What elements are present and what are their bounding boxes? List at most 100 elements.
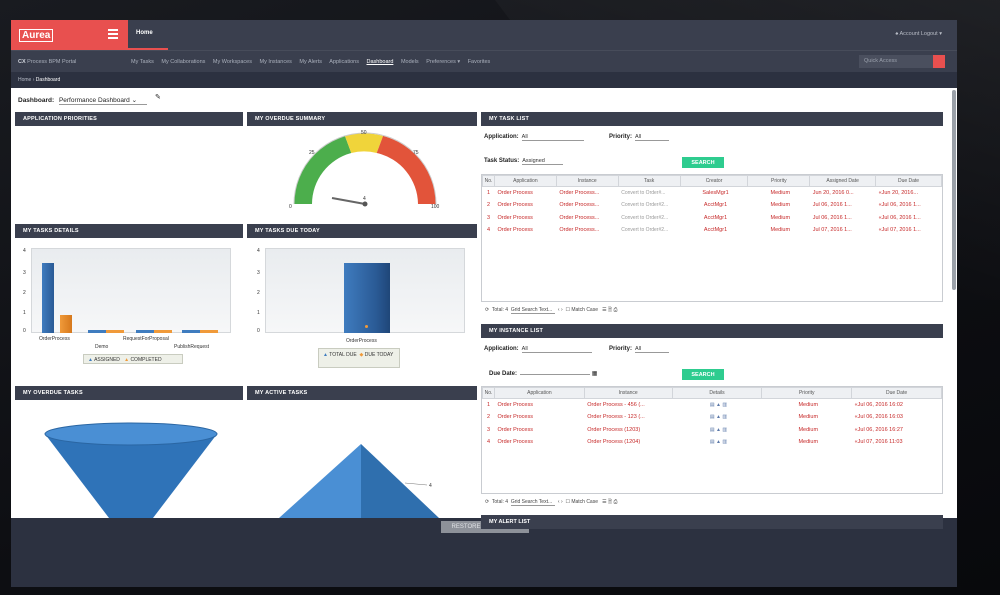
- col-due-date[interactable]: Due Date: [875, 175, 942, 187]
- cell-details-icons[interactable]: ▤ ▲ ▥: [672, 436, 762, 449]
- panel-header-active-tasks: MY ACTIVE TASKS: [247, 386, 477, 400]
- table-row[interactable]: 1 Order Process Order Process... Convert…: [483, 187, 942, 200]
- legend-total-due: TOTAL DUE: [329, 352, 357, 358]
- details-icon[interactable]: ▤: [710, 402, 715, 408]
- account-link[interactable]: Account: [899, 31, 919, 37]
- instance-due-date-input[interactable]: [520, 374, 591, 375]
- col-instance[interactable]: Instance: [555, 175, 619, 187]
- col-application[interactable]: Application: [493, 175, 557, 187]
- details-icon[interactable]: ▤: [710, 427, 715, 433]
- filter-icon[interactable]: ☰: [602, 307, 606, 313]
- nav-models[interactable]: Models: [401, 59, 419, 65]
- col-priority[interactable]: Priority: [747, 175, 811, 187]
- next-icon[interactable]: ›: [561, 499, 563, 505]
- details-icon[interactable]: ▤: [710, 439, 715, 445]
- task-priority-select[interactable]: All: [635, 134, 670, 141]
- nav-my-collaborations[interactable]: My Collaborations: [161, 59, 205, 65]
- cell-details-icons[interactable]: ▤ ▲ ▥: [672, 411, 762, 424]
- edit-icon[interactable]: ✎: [155, 93, 161, 101]
- refresh-icon[interactable]: ⟳: [485, 307, 489, 313]
- col-application[interactable]: Application: [493, 387, 585, 399]
- nav-dashboard[interactable]: Dashboard: [366, 59, 393, 65]
- chart-icon[interactable]: ▥: [722, 414, 727, 420]
- task-status-select[interactable]: Assigned: [522, 158, 563, 165]
- nav-my-workspaces[interactable]: My Workspaces: [213, 59, 252, 65]
- task-grid-search-input[interactable]: Grid Search Text...: [510, 307, 556, 314]
- table-row[interactable]: 1 Order Process Order Process - 456 (...…: [483, 399, 942, 412]
- nav-favorites[interactable]: Favorites: [468, 59, 491, 65]
- chart-icon[interactable]: ▥: [722, 402, 727, 408]
- table-row[interactable]: 3 Order Process Order Process (1203) ▤ ▲…: [483, 424, 942, 437]
- bar-requestforproposal: [136, 330, 172, 333]
- print-icon[interactable]: ⎙: [613, 307, 617, 313]
- dashboard-label: Dashboard:: [18, 97, 55, 104]
- user-icon: ♠: [895, 31, 899, 37]
- cell-no: 1: [486, 190, 491, 196]
- col-assigned-date[interactable]: Assigned Date: [809, 175, 877, 187]
- flow-icon[interactable]: ▲: [716, 402, 721, 408]
- cell-details-icons[interactable]: ▤ ▲ ▥: [672, 399, 762, 412]
- y-tick-4: 4: [23, 248, 26, 254]
- refresh-icon[interactable]: ⟳: [485, 499, 489, 505]
- nav-preferences[interactable]: Preferences ▾: [426, 59, 460, 65]
- col-no[interactable]: No.: [482, 175, 495, 187]
- prev-icon[interactable]: ‹: [558, 499, 560, 505]
- table-row[interactable]: 2 Order Process Order Process - 123 (...…: [483, 411, 942, 424]
- logout-link[interactable]: Logout: [921, 31, 938, 37]
- calendar-icon[interactable]: ▦: [592, 371, 598, 377]
- task-total: Total: 4: [491, 307, 509, 313]
- instance-application-select[interactable]: All: [521, 346, 592, 353]
- chevron-down-icon[interactable]: ▾: [939, 31, 942, 37]
- cell-creator: AcctMgr1: [703, 202, 728, 209]
- instance-grid-search-input[interactable]: Grid Search Text...: [510, 499, 556, 506]
- instance-priority-select[interactable]: All: [635, 346, 670, 353]
- dashboard-select[interactable]: Performance Dashboard ⌄: [58, 96, 148, 105]
- nav-my-tasks[interactable]: My Tasks: [131, 59, 154, 65]
- bar-demo: [88, 330, 124, 333]
- nav-my-alerts[interactable]: My Alerts: [299, 59, 322, 65]
- chart-icon[interactable]: ▥: [722, 439, 727, 445]
- match-case-checkbox[interactable]: ☐: [565, 499, 569, 505]
- instance-application-filter: Application: All: [484, 346, 592, 353]
- filter-icon[interactable]: ☰: [602, 499, 606, 505]
- col-task[interactable]: Task: [617, 175, 681, 187]
- table-row[interactable]: 3 Order Process Order Process... Convert…: [483, 212, 942, 225]
- col-due-date[interactable]: Due Date: [851, 387, 942, 399]
- nav-applications[interactable]: Applications: [329, 59, 359, 65]
- vertical-scrollbar[interactable]: [952, 90, 956, 290]
- task-search-button[interactable]: SEARCH: [682, 157, 724, 168]
- flow-icon[interactable]: ▲: [716, 439, 721, 445]
- chart-icon[interactable]: ▥: [722, 427, 727, 433]
- prev-icon[interactable]: ‹: [558, 307, 560, 313]
- task-application-select[interactable]: All: [521, 134, 584, 141]
- logo: Aurea: [11, 20, 128, 50]
- col-details[interactable]: Details: [671, 387, 763, 399]
- tab-home[interactable]: Home: [128, 20, 168, 50]
- cell-details-icons[interactable]: ▤ ▲ ▥: [672, 424, 762, 437]
- table-row[interactable]: 4 Order Process Order Process (1204) ▤ ▲…: [483, 436, 942, 449]
- next-icon[interactable]: ›: [561, 307, 563, 313]
- col-no[interactable]: No.: [482, 387, 495, 399]
- details-icon[interactable]: ▤: [710, 414, 715, 420]
- breadcrumb-home[interactable]: Home: [18, 77, 31, 83]
- export-icon[interactable]: 🗎: [608, 499, 612, 505]
- table-row[interactable]: 4 Order Process Order Process... Convert…: [483, 224, 942, 237]
- quick-access-button[interactable]: [933, 55, 945, 68]
- x-label-demo: Demo: [95, 344, 109, 350]
- flow-icon[interactable]: ▲: [716, 427, 721, 433]
- instance-search-button[interactable]: SEARCH: [682, 369, 724, 380]
- quick-access-input[interactable]: Quick Access: [859, 55, 945, 68]
- col-creator[interactable]: Creator: [679, 175, 749, 187]
- flow-icon[interactable]: ▲: [716, 414, 721, 420]
- account-area: ♠ Account Logout ▾: [895, 31, 942, 37]
- nav-my-instances[interactable]: My Instances: [259, 59, 291, 65]
- match-case-checkbox[interactable]: ☐: [565, 307, 569, 313]
- hamburger-menu-icon[interactable]: [108, 29, 118, 39]
- print-icon[interactable]: ⎙: [613, 499, 617, 505]
- table-row[interactable]: 2 Order Process Order Process... Convert…: [483, 199, 942, 212]
- export-icon[interactable]: 🗎: [608, 307, 612, 313]
- col-instance[interactable]: Instance: [583, 387, 673, 399]
- nav-bar: CX Process BPM Portal My Tasks My Collab…: [11, 50, 957, 72]
- col-priority[interactable]: Priority: [761, 387, 853, 399]
- cell-no: 4: [486, 439, 491, 446]
